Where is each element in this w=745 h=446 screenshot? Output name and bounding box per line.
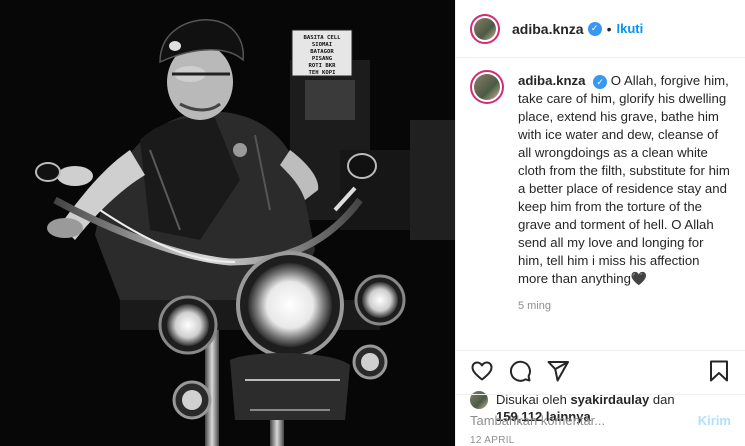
avatar[interactable] [470, 13, 500, 44]
verified-badge-icon: ✓ [587, 21, 602, 36]
post-header: adiba.knza ✓ • Ikuti [456, 0, 745, 58]
follow-button[interactable]: Ikuti [617, 21, 644, 36]
verified-badge-icon: ✓ [593, 75, 608, 89]
separator-dot: • [606, 20, 612, 37]
caption: adiba.knza ✓ O Allah, forgive him, take … [470, 70, 731, 288]
comment-input[interactable] [470, 413, 698, 428]
caption-time-ago[interactable]: 5 ming [518, 300, 731, 312]
comments-area[interactable]: adiba.knza ✓ O Allah, forgive him, take … [456, 58, 745, 351]
shop-sign-line: PISANG [312, 56, 333, 62]
header-username[interactable]: adiba.knza [512, 21, 584, 37]
instagram-post: BASITA CELL SIOMAI BATAGOR PISANG ROTI B… [0, 0, 745, 446]
motorcycle-rider-photo: BASITA CELL SIOMAI BATAGOR PISANG ROTI B… [0, 0, 455, 446]
shop-sign-line: ROTI BKR [309, 63, 337, 69]
post-sidebar: adiba.knza ✓ • Ikuti adiba.knza ✓ O Alla… [455, 0, 745, 446]
caption-username[interactable]: adiba.knza [518, 73, 585, 88]
shop-sign-line: TEH KOPI [309, 70, 336, 76]
shop-sign: BASITA CELL SIOMAI BATAGOR PISANG ROTI B… [291, 29, 353, 77]
post-comment-button[interactable]: Kirim [698, 413, 731, 428]
shop-sign-line: BASITA CELL [303, 35, 341, 41]
paper-plane-icon[interactable] [546, 359, 570, 383]
black-heart-emoji: 🖤 [630, 271, 648, 286]
comment-icon[interactable] [508, 359, 532, 383]
shop-sign-line: BATAGOR [310, 49, 334, 55]
comment-composer: Kirim [456, 394, 745, 446]
heart-icon[interactable] [470, 359, 494, 383]
action-bar [456, 351, 745, 391]
bookmark-icon[interactable] [707, 359, 731, 383]
caption-text: O Allah, forgive him, take care of him, … [518, 73, 730, 286]
shop-sign-line: SIOMAI [312, 42, 332, 48]
post-photo[interactable]: BASITA CELL SIOMAI BATAGOR PISANG ROTI B… [0, 0, 455, 446]
caption-avatar[interactable] [470, 70, 504, 104]
